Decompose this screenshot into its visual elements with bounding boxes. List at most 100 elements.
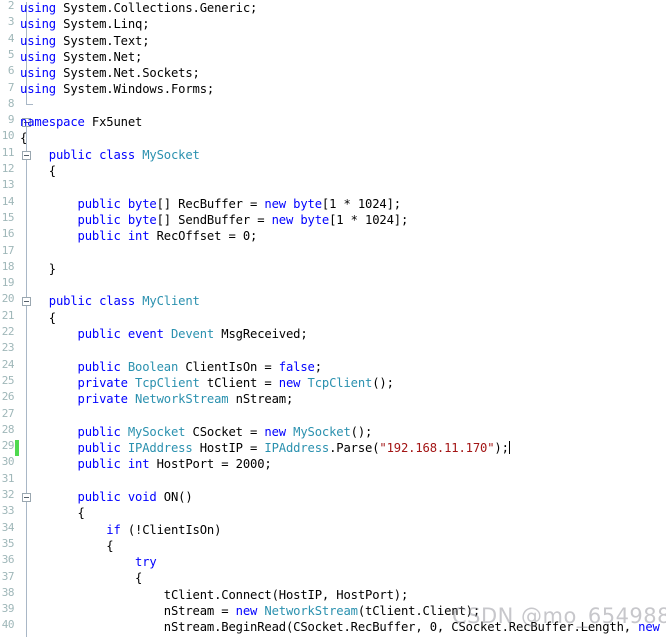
line-number: 24	[1, 357, 15, 371]
code-token-kw: if	[106, 522, 121, 537]
code-token-pl: [1 * 1024];	[321, 196, 401, 211]
code-token-pl: ();	[372, 375, 394, 390]
code-line: public void ON()	[20, 489, 666, 505]
code-line: nStream.BeginRead(CSocket.RecBuffer, 0, …	[20, 619, 666, 635]
code-line: {	[20, 570, 666, 586]
line-number: 29	[1, 439, 15, 453]
code-token-typ: IPAddress	[127, 441, 193, 456]
code-text-area[interactable]: using System.Collections.Generic; using S…	[20, 0, 666, 637]
line-number: 4	[7, 31, 15, 45]
code-token-kw: public byte	[77, 212, 157, 227]
code-token-pl: System.Windows.Forms;	[55, 82, 215, 97]
code-token-pl: nStream =	[163, 603, 236, 618]
code-token-pl: (!ClientIsOn)	[120, 522, 222, 537]
line-number: 40	[1, 618, 15, 632]
line-number: 21	[1, 308, 15, 322]
code-editor[interactable]: 2 3 4 5 6 7 8 9 10 11 12 13 14 15 16 17 18 19 20 21 22 23 24 25…	[0, 0, 666, 637]
code-line: }	[20, 261, 666, 277]
code-token-typ: MySocket	[293, 424, 351, 439]
code-line: {	[20, 310, 666, 326]
code-line: if (!ClientIsOn)	[20, 522, 666, 538]
code-line: public IPAddress HostIP = IPAddress.Pars…	[20, 440, 666, 456]
line-number: 8	[7, 96, 15, 110]
line-number: 14	[1, 194, 15, 208]
code-token-kw: public int	[77, 457, 150, 472]
code-line: {	[20, 538, 666, 554]
line-number: 18	[1, 259, 15, 273]
code-token-kw: public void	[77, 489, 157, 504]
code-token-pl: [1 * 1024];	[329, 212, 409, 227]
line-number: 28	[1, 422, 15, 436]
code-token-pl: HostPort = 2000;	[149, 457, 272, 472]
code-token-kw: public class	[48, 294, 143, 309]
code-token-kw: public	[77, 441, 128, 456]
code-line: public byte[] RecBuffer = new byte[1 * 1…	[20, 196, 666, 212]
code-line: using System.Net;	[20, 49, 666, 65]
code-line: public class MyClient	[20, 293, 666, 309]
code-token-pl: ();	[350, 424, 373, 439]
code-token-pl: nStream;	[228, 392, 294, 407]
code-token-kw: public	[77, 359, 128, 374]
code-token-kw: new	[264, 424, 294, 439]
code-token-pl: CSocket =	[185, 424, 265, 439]
code-line: tClient.Connect(HostIP, HostPort);	[20, 587, 666, 603]
code-token-typ: NetworkStream	[135, 392, 229, 407]
line-number: 10	[1, 129, 15, 143]
line-number: 3	[7, 15, 15, 29]
code-token-pl: ClientIsOn =	[178, 359, 279, 374]
code-token-str: "192.168.11.170"	[379, 441, 495, 456]
code-token-typ: Devent	[170, 326, 215, 341]
code-token-pl: {	[135, 571, 143, 586]
line-number: 19	[1, 276, 15, 290]
code-token-pl: ;	[314, 359, 322, 374]
code-token-kw: using	[20, 17, 56, 32]
code-token-kw: public int	[77, 229, 150, 244]
code-line: using System.Net.Sockets;	[20, 65, 666, 81]
line-number: 9	[7, 113, 15, 127]
line-number: 11	[1, 145, 15, 159]
line-number: 31	[1, 471, 15, 485]
code-line: private TcpClient tClient = new TcpClien…	[20, 375, 666, 391]
code-token-typ: NetworkStream	[264, 603, 358, 618]
code-token-pl: HostIP =	[192, 441, 265, 456]
code-token-pl: [] SendBuffer =	[156, 212, 272, 227]
line-number: 16	[1, 227, 15, 241]
code-token-kw: using	[20, 66, 56, 81]
code-token-pl: RecOffset = 0;	[149, 229, 258, 244]
code-line: public class MySocket	[20, 147, 666, 163]
code-line: public event Devent MsgReceived;	[20, 326, 666, 342]
code-token-kw: namespace	[20, 115, 85, 130]
code-token-kw: using	[20, 82, 56, 97]
line-number: 6	[7, 64, 15, 78]
code-token-pl: nStream.BeginRead(CSocket.RecBuffer, 0, …	[163, 620, 639, 635]
code-token-kw: public	[77, 424, 128, 439]
code-token-pl: {	[20, 131, 28, 146]
line-number: 36	[1, 553, 15, 567]
code-token-kw: try	[135, 555, 157, 570]
line-number: 37	[1, 569, 15, 583]
code-token-pl: .Parse(	[329, 441, 380, 456]
code-line: using System.Windows.Forms;	[20, 81, 666, 97]
code-token-pl: {	[106, 538, 114, 553]
line-number: 33	[1, 504, 15, 518]
code-token-pl: tClient =	[199, 375, 279, 390]
line-number: 23	[1, 341, 15, 355]
code-line: public int HostPort = 2000;	[20, 456, 666, 472]
code-token-kw: new	[235, 603, 265, 618]
code-token-kw: private	[77, 392, 135, 407]
